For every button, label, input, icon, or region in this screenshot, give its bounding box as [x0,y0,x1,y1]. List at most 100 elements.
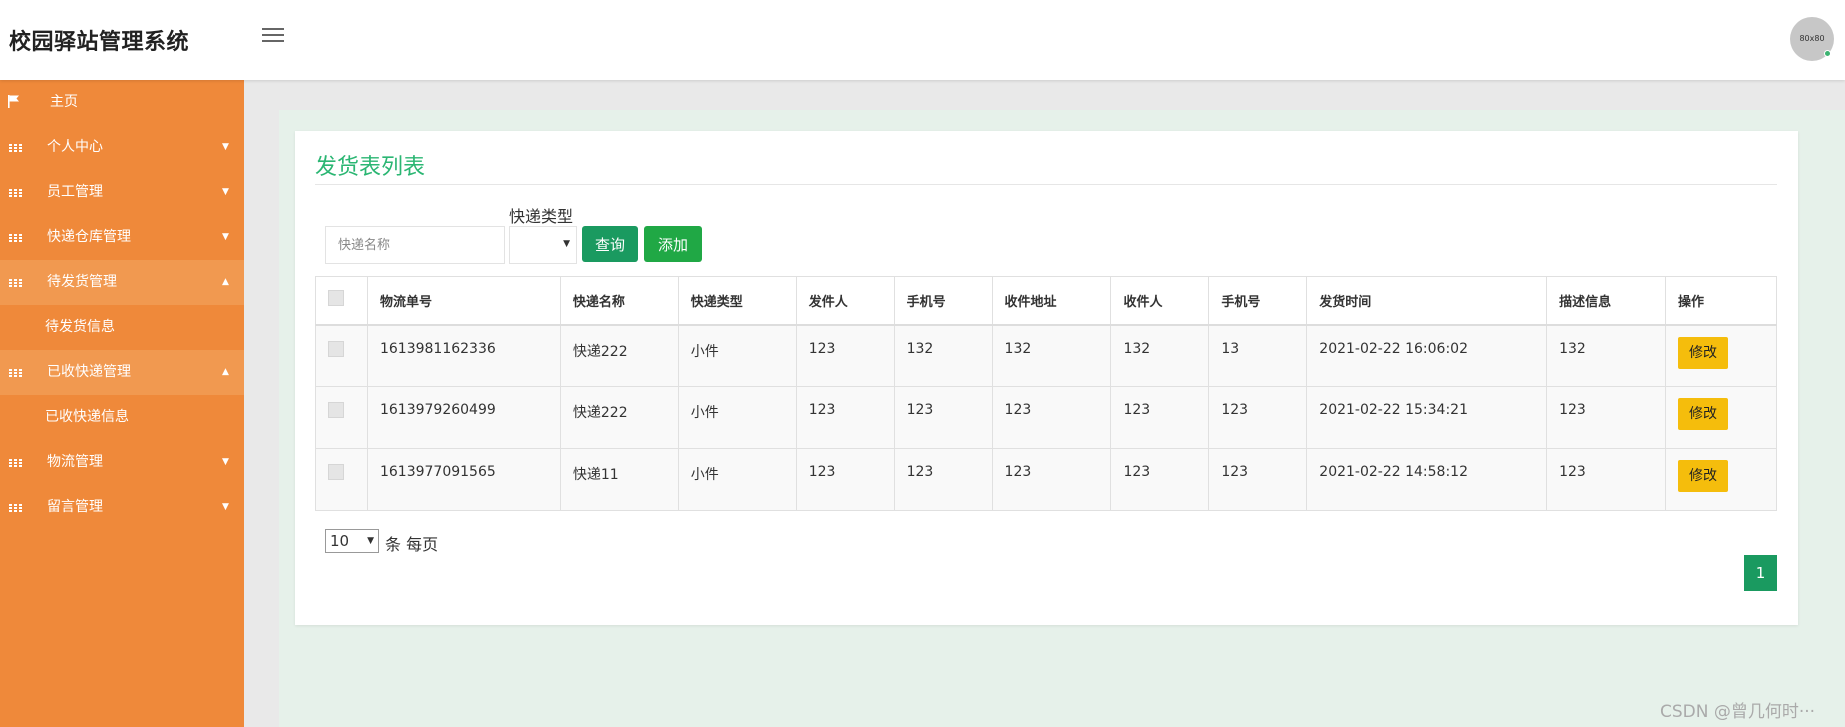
grid-icon [9,233,22,243]
table-cell: 132 [1110,324,1210,387]
page-size-select[interactable]: 10 ▼ [325,529,379,553]
query-button[interactable]: 查询 [582,226,638,262]
online-status-dot [1824,50,1831,57]
sidebar-item-warehouse[interactable]: 快递仓库管理 ▼ [0,215,244,260]
action-cell: 修改 [1664,386,1778,449]
caret-down-icon: ▼ [222,457,229,467]
table-cell: 123 [893,386,993,449]
menu-toggle-icon[interactable] [262,28,284,48]
row-checkbox[interactable] [328,340,344,357]
watermark: CSDN @曾几何时··· [1660,702,1816,722]
table-cell: 1613981162336 [366,324,561,387]
table-cell: 123 [795,324,895,387]
grid-icon [9,143,22,153]
table-cell: 2021-02-22 15:34:21 [1306,386,1548,449]
column-header: 发件人 [795,276,895,325]
table-cell: 123 [991,386,1112,449]
sidebar-subitem-received-express-info[interactable]: 已收快递信息 [0,395,244,440]
table-cell: 小件 [677,386,797,449]
table-cell: 132 [893,324,993,387]
title-divider [315,184,1777,185]
sidebar-item-label: 快递仓库管理 [47,229,131,245]
table-cell: 123 [1110,448,1210,511]
table-cell: 快递11 [559,448,679,511]
app-title: 校园驿站管理系统 [9,30,190,55]
table-row: 1613977091565 快递11 小件 123 123 123 123 12… [315,448,1778,511]
column-header: 描述信息 [1546,276,1666,325]
sidebar-item-label: 物流管理 [47,454,103,470]
sidebar-item-label: 个人中心 [47,139,103,155]
row-checkbox[interactable] [328,402,344,418]
select-arrow-icon: ▼ [563,239,570,249]
table-cell: 快递222 [559,324,679,387]
column-header: 收件人 [1110,276,1210,325]
sidebar-item-messages[interactable]: 留言管理 ▼ [0,485,244,530]
table-cell: 2021-02-22 14:58:12 [1306,448,1548,511]
table-cell: 快递222 [559,386,679,449]
table-cell: 123 [1546,448,1666,511]
select-all-checkbox[interactable] [328,290,344,307]
table-cell: 123 [991,448,1112,511]
sidebar-item-home[interactable]: 主页 [0,80,244,125]
table-cell: 123 [1110,386,1210,449]
express-name-search-input[interactable] [325,226,505,264]
table-cell: 小件 [677,324,797,387]
edit-button[interactable]: 修改 [1677,336,1728,369]
caret-down-icon: ▼ [222,502,229,512]
table-cell: 123 [795,386,895,449]
column-header: 手机号 [893,276,993,325]
edit-button[interactable]: 修改 [1677,398,1728,430]
list-card: 发货表列表 快递类型 ▼ 查询 添加 物流单号 快递名称 快递类型 发件人 手机… [295,131,1798,625]
express-type-label: 快递类型 [509,207,574,226]
sidebar-item-received-express[interactable]: 已收快递管理 ▲ [0,350,244,395]
column-header: 快递名称 [559,276,679,325]
sidebar-item-logistics[interactable]: 物流管理 ▼ [0,440,244,485]
grid-icon [9,368,22,378]
row-checkbox[interactable] [328,464,344,480]
column-header: 快递类型 [677,276,797,325]
row-select-cell [315,386,368,449]
table-cell: 小件 [677,448,797,511]
select-all-cell [315,276,368,325]
table-cell: 132 [991,324,1112,387]
sidebar-item-personal-center[interactable]: 个人中心 ▼ [0,125,244,170]
table-cell: 123 [1546,386,1666,449]
table-cell: 123 [795,448,895,511]
table-cell: 2021-02-22 16:06:02 [1306,324,1548,387]
grid-icon [9,278,22,288]
table-row: 1613979260499 快递222 小件 123 123 123 123 1… [315,386,1778,449]
sidebar-subitem-pending-shipment-info[interactable]: 待发货信息 [0,305,244,350]
column-header: 操作 [1664,276,1778,325]
edit-button[interactable]: 修改 [1677,460,1728,492]
column-header: 物流单号 [366,276,561,325]
express-type-select[interactable]: ▼ [509,226,577,264]
page-title: 发货表列表 [315,155,426,180]
table-cell: 1613979260499 [366,386,561,449]
row-select-cell [315,324,368,387]
action-cell: 修改 [1664,448,1778,511]
sidebar: 主页 个人中心 ▼ 员工管理 ▼ 快递仓库管理 ▼ 待发货管理 ▲ 待发货信息 … [0,80,244,727]
add-button[interactable]: 添加 [644,226,702,262]
pagination-page-button[interactable]: 1 [1744,555,1777,591]
page-size-suffix: 条 每页 [385,535,439,554]
grid-icon [9,458,22,468]
shipment-table: 物流单号 快递名称 快递类型 发件人 手机号 收件地址 收件人 手机号 发货时间… [315,276,1778,511]
caret-down-icon: ▼ [222,142,229,152]
caret-up-icon: ▲ [222,277,229,287]
flag-icon [8,95,19,108]
page-size-value: 10 [330,532,350,550]
column-header: 手机号 [1208,276,1308,325]
table-cell: 123 [1208,386,1308,449]
table-header-row: 物流单号 快递名称 快递类型 发件人 手机号 收件地址 收件人 手机号 发货时间… [315,276,1778,325]
table-cell: 132 [1546,324,1666,387]
table-cell: 13 [1208,324,1308,387]
row-select-cell [315,448,368,511]
grid-icon [9,188,22,198]
sidebar-item-staff[interactable]: 员工管理 ▼ [0,170,244,215]
caret-up-icon: ▲ [222,367,229,377]
caret-down-icon: ▼ [222,187,229,197]
sidebar-item-label: 留言管理 [47,499,103,515]
sidebar-item-label: 员工管理 [47,184,103,200]
sidebar-item-pending-shipment[interactable]: 待发货管理 ▲ [0,260,244,305]
table-row: 1613981162336 快递222 小件 123 132 132 132 1… [315,324,1778,387]
